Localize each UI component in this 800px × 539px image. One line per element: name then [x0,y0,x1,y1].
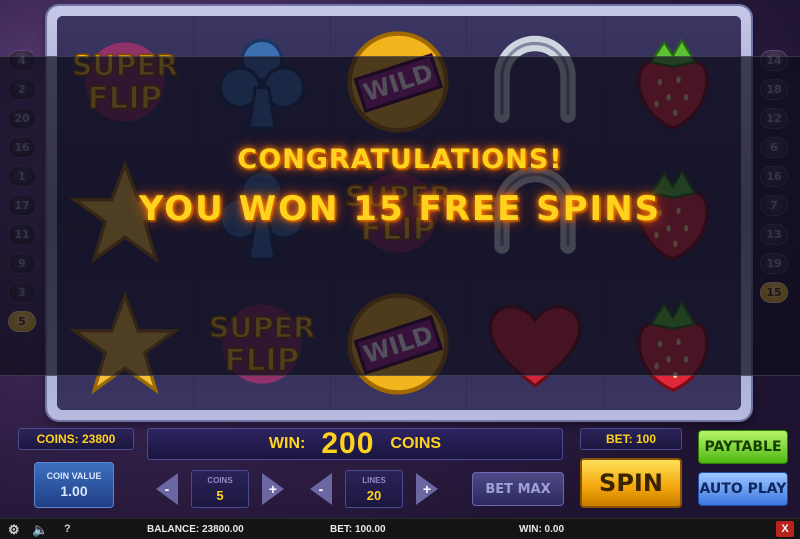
free-spins-won-text: YOU WON 15 FREE SPINS [138,188,662,229]
lines-stepper: LINES 20 [345,470,403,508]
bet-max-button[interactable]: BET MAX [472,472,564,506]
lines-decrease-button[interactable]: - [306,472,336,506]
settings-gear-icon[interactable]: ⚙ [8,522,20,538]
lines-label: LINES [362,475,386,485]
coins-stepper: COINS 5 [191,470,249,508]
coins-label: COINS [207,475,233,485]
coins-increase-button[interactable]: + [258,472,288,506]
coins-decrease-button[interactable]: - [152,472,182,506]
control-panel: COINS: 23800 WIN: 200 COINS BET: 100 PAY… [0,420,800,518]
status-bar: ⚙ 🔈 ? BALANCE: 23800.00 BET: 100.00 WIN:… [0,518,800,539]
coins-display: COINS: 23800 [18,428,134,450]
plus-icon: + [422,481,432,497]
auto-play-button[interactable]: AUTO PLAY [698,472,788,506]
paytable-button[interactable]: PAYTABLE [698,430,788,464]
coin-value: 1.00 [60,483,88,499]
win-text: WIN: 0.00 [519,524,565,535]
coin-value-selector[interactable]: COIN VALUE 1.00 [34,462,114,508]
lines-value: 20 [366,487,382,503]
bet-display: BET: 100 [580,428,682,450]
close-button[interactable]: X [776,521,794,537]
coins-value: 5 [216,487,224,503]
bet-text: BET: 100.00 [330,524,386,535]
minus-icon: - [164,481,170,497]
lines-increase-button[interactable]: + [412,472,442,506]
help-icon[interactable]: ? [64,523,71,535]
win-unit: COINS [390,435,442,452]
plus-icon: + [268,481,278,497]
spin-button[interactable]: SPIN [580,458,682,508]
coin-value-label: COIN VALUE [46,471,102,481]
minus-icon: - [318,481,324,497]
balance-text: BALANCE: 23800.00 [147,524,244,535]
win-amount: 200 [321,427,375,460]
congratulations-text: CONGRATULATIONS! [237,143,563,175]
sound-icon[interactable]: 🔈 [32,522,48,538]
free-spins-win-overlay: CONGRATULATIONS! YOU WON 15 FREE SPINS [0,56,800,376]
win-label: WIN: [268,435,306,452]
win-display: WIN: 200 COINS [147,427,563,460]
